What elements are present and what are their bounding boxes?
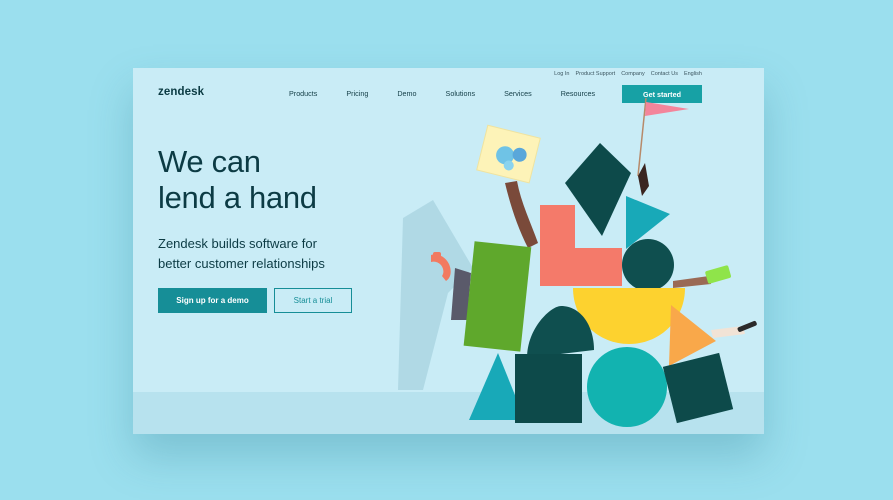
- left-arm-top: [505, 181, 538, 248]
- drawing-card-icon: [476, 124, 541, 184]
- website-page: Log In Product Support Company Contact U…: [133, 68, 764, 434]
- dark-teal-circle: [622, 239, 674, 291]
- smartphone-icon: [705, 265, 731, 284]
- dark-teal-square: [515, 354, 582, 423]
- right-arm-mid: [673, 276, 711, 288]
- hero-illustration: [398, 97, 757, 427]
- teal-circle: [587, 347, 667, 427]
- right-arm-top: [638, 163, 649, 196]
- green-rectangle: [463, 241, 532, 352]
- pink-flag-icon: [645, 102, 689, 116]
